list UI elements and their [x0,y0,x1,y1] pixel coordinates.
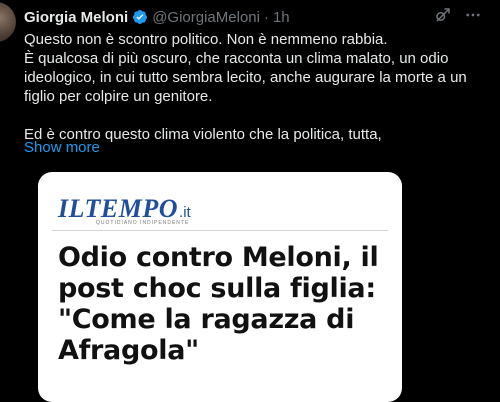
link-card[interactable]: ILTEMPO .it QUOTIDIANO INDIPENDENTE Odio… [38,172,402,402]
card-divider [52,230,388,231]
timestamp[interactable]: 1h [273,9,290,26]
more-icon[interactable] [464,6,482,24]
separator-dot: · [263,8,269,26]
tweet-text: Questo non è scontro politico. Non è nem… [24,30,498,144]
avatar[interactable] [0,2,16,42]
verified-badge-icon [132,9,148,25]
show-more-link[interactable]: Show more [24,139,100,156]
card-headline: Odio contro Meloni, il post choc sulla f… [58,242,379,366]
grok-icon[interactable] [434,6,452,24]
logo-tagline: QUOTIDIANO INDIPENDENTE [96,220,190,226]
author-name[interactable]: Giorgia Meloni [24,9,128,26]
tweet-line: È qualcosa di più oscuro, che racconta u… [24,50,467,105]
tweet-header: Giorgia Meloni @GiorgiaMeloni · 1h [24,6,490,28]
logo-suffix: .it [179,204,191,221]
tweet-line: Questo non è scontro politico. Non è nem… [24,31,388,48]
author-handle[interactable]: @GiorgiaMeloni [152,9,260,26]
